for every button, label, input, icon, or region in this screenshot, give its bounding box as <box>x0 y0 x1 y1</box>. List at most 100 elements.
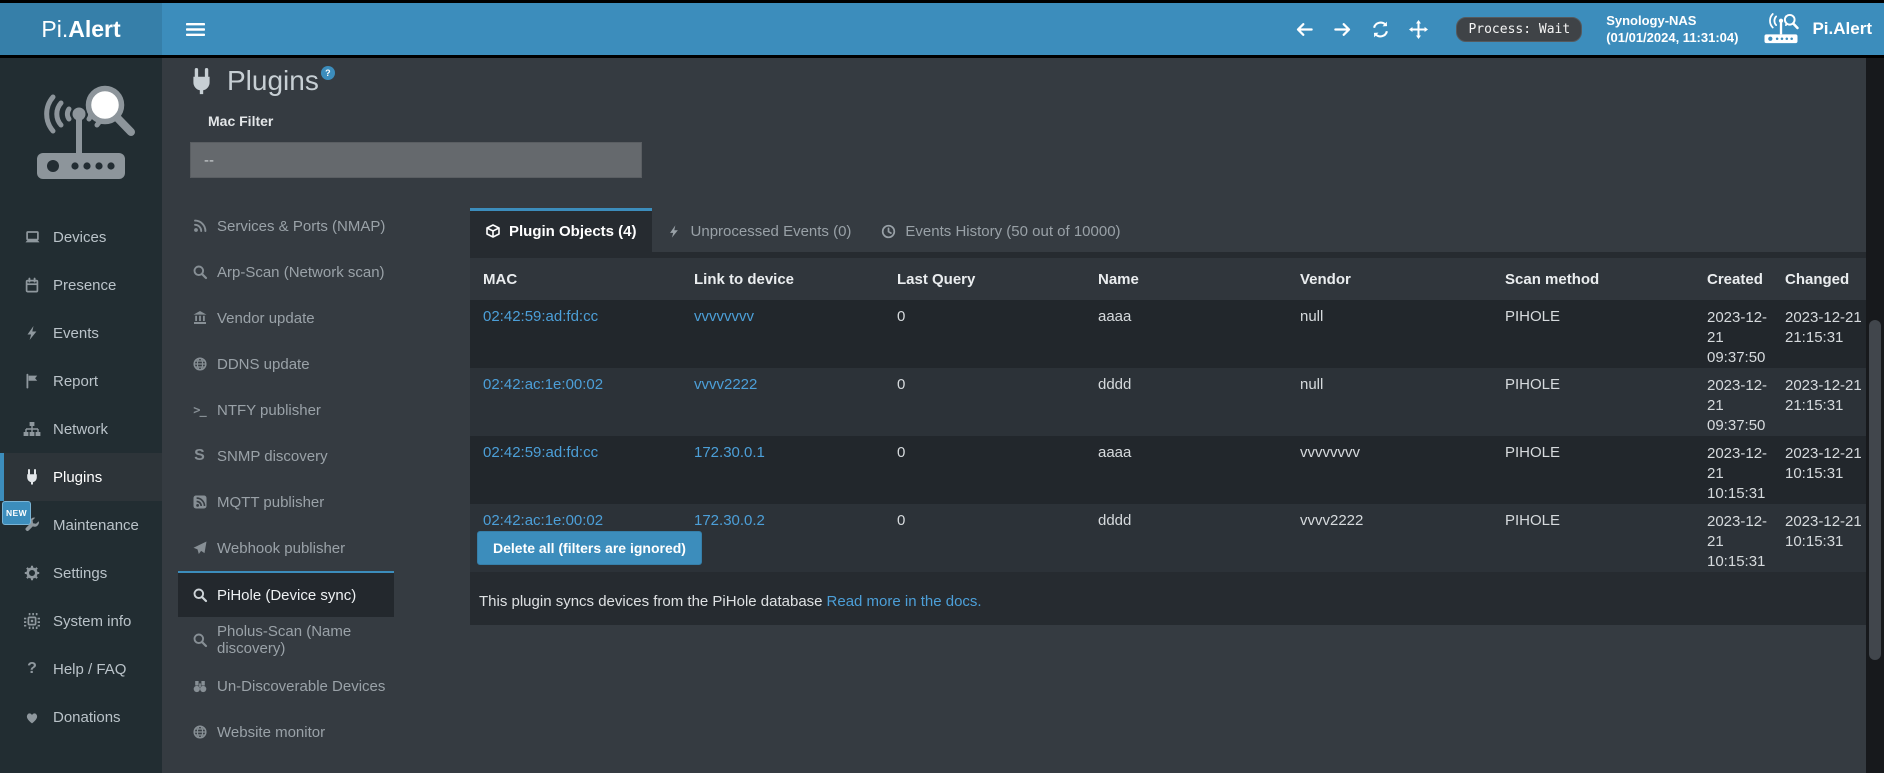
column-header-vendor: Vendor <box>1287 258 1492 300</box>
brand-logo[interactable]: Pi.Alert <box>0 3 162 55</box>
mac-link[interactable]: 02:42:59:ad:fd:cc <box>483 308 598 325</box>
sidebar-item-settings[interactable]: Settings <box>0 549 162 597</box>
cell-scan-method: PIHOLE <box>1492 504 1694 572</box>
globe-icon <box>191 724 208 740</box>
column-header-name: Name <box>1085 258 1287 300</box>
sidebar-item-report[interactable]: Report <box>0 357 162 405</box>
mac-link[interactable]: 02:42:59:ad:fd:cc <box>483 444 598 461</box>
terminal-icon: >_ <box>191 402 208 418</box>
tab-label: Plugin Objects (4) <box>509 223 637 240</box>
plugin-menu-item-nmap[interactable]: Services & Ports (NMAP) <box>178 203 394 249</box>
bolt-icon <box>667 224 683 240</box>
cell-scan-method: PIHOLE <box>1492 368 1694 436</box>
bank-icon <box>191 310 208 326</box>
sidebar-item-devices[interactable]: Devices <box>0 213 162 261</box>
sidebar-item-label: Devices <box>53 229 106 246</box>
device-link[interactable]: 172.30.0.1 <box>694 444 765 461</box>
cell-name: aaaa <box>1085 436 1287 504</box>
plugin-menu-item-snmp[interactable]: S SNMP discovery <box>178 433 394 479</box>
sidebar-item-help-faq[interactable]: ? Help / FAQ <box>0 645 162 693</box>
cell-name: aaaa <box>1085 300 1287 368</box>
sidebar-item-donations[interactable]: Donations <box>0 693 162 741</box>
router-logo-icon <box>1760 13 1802 46</box>
plugin-menu-item-ddns[interactable]: DDNS update <box>178 341 394 387</box>
top-navbar: Pi.Alert <box>0 3 1884 55</box>
flag-icon <box>22 372 42 390</box>
plugin-menu-item-vendor-update[interactable]: Vendor update <box>178 295 394 341</box>
tab-events-history[interactable]: Events History (50 out of 10000) <box>866 208 1135 252</box>
sidebar-item-system-info[interactable]: System info <box>0 597 162 645</box>
cell-link-to-device: vvvvvvvv <box>681 300 884 368</box>
forward-arrow-icon[interactable] <box>1333 20 1352 39</box>
new-feature-badge: NEW <box>2 501 31 525</box>
cell-vendor: vvvv2222 <box>1287 504 1492 572</box>
process-status-badge: Process: Wait <box>1456 17 1582 42</box>
plugin-menu-item-website-monitor[interactable]: Website monitor <box>178 709 394 755</box>
cell-created: 2023-12-21 10:15:31 <box>1694 504 1772 572</box>
plugin-menu-item-webhook[interactable]: Webhook publisher <box>178 525 394 571</box>
column-header-scan-method: Scan method <box>1492 258 1694 300</box>
tab-unprocessed-events[interactable]: Unprocessed Events (0) <box>652 208 867 252</box>
mac-link[interactable]: 02:42:ac:1e:00:02 <box>483 512 603 529</box>
plugin-menu-label: Arp-Scan (Network scan) <box>217 264 385 281</box>
tab-plugin-objects[interactable]: Plugin Objects (4) <box>470 208 652 252</box>
sidebar-item-label: System info <box>53 613 131 630</box>
refresh-icon[interactable] <box>1371 20 1390 39</box>
plugin-menu-item-pihole[interactable]: PiHole (Device sync) <box>178 571 394 617</box>
cell-last-query: 0 <box>884 300 1085 368</box>
sidebar-item-label: Maintenance <box>53 517 139 534</box>
gear-icon <box>22 564 42 582</box>
scrollbar-thumb[interactable] <box>1869 320 1881 660</box>
plugin-menu-label: MQTT publisher <box>217 494 324 511</box>
page-title: Plugins <box>227 64 319 98</box>
mac-filter-input[interactable] <box>190 142 642 178</box>
docs-link[interactable]: Read more in the docs. <box>827 593 982 610</box>
plugin-menu-item-arp-scan[interactable]: Arp-Scan (Network scan) <box>178 249 394 295</box>
sidebar-item-label: Plugins <box>53 469 102 486</box>
sidebar-item-presence[interactable]: Presence <box>0 261 162 309</box>
sidebar-item-label: Report <box>53 373 98 390</box>
cell-changed: 2023-12-21 10:15:31 <box>1772 436 1866 504</box>
plugin-menu: Services & Ports (NMAP) Arp-Scan (Networ… <box>178 203 394 755</box>
device-link[interactable]: vvvvvvvv <box>694 308 754 325</box>
plugin-menu-item-pholus[interactable]: Pholus-Scan (Name discovery) <box>178 617 394 663</box>
tab-label: Unprocessed Events (0) <box>691 223 852 240</box>
plugin-menu-label: Website monitor <box>217 724 325 741</box>
plugin-menu-item-mqtt[interactable]: MQTT publisher <box>178 479 394 525</box>
plugin-menu-label: PiHole (Device sync) <box>217 587 356 604</box>
mac-filter-label: Mac Filter <box>208 113 273 129</box>
plugin-menu-label: DDNS update <box>217 356 310 373</box>
cell-vendor: null <box>1287 300 1492 368</box>
back-arrow-icon[interactable] <box>1295 20 1314 39</box>
hamburger-menu-icon[interactable] <box>186 22 205 37</box>
sidebar-item-events[interactable]: Events <box>0 309 162 357</box>
plug-icon <box>22 468 42 486</box>
sidebar-item-label: Events <box>53 325 99 342</box>
device-link[interactable]: vvvv2222 <box>694 376 757 393</box>
sidebar-item-label: Donations <box>53 709 121 726</box>
globe-icon <box>191 356 208 372</box>
sidebar-item-network[interactable]: Network <box>0 405 162 453</box>
sidebar-menu: Devices Presence Events Report <box>0 213 162 741</box>
delete-all-button[interactable]: Delete all (filters are ignored) <box>477 531 702 565</box>
cell-scan-method: PIHOLE <box>1492 436 1694 504</box>
help-badge-icon[interactable]: ? <box>321 66 335 80</box>
plugin-menu-item-undiscoverable[interactable]: Un-Discoverable Devices <box>178 663 394 709</box>
move-icon[interactable] <box>1409 20 1428 39</box>
mac-link[interactable]: 02:42:ac:1e:00:02 <box>483 376 603 393</box>
cell-mac: 02:42:59:ad:fd:cc <box>470 300 681 368</box>
plugin-menu-item-ntfy[interactable]: >_ NTFY publisher <box>178 387 394 433</box>
sidebar-item-plugins[interactable]: Plugins <box>0 453 162 501</box>
cell-link-to-device: 172.30.0.1 <box>681 436 884 504</box>
cell-changed: 2023-12-21 21:15:31 <box>1772 368 1866 436</box>
host-name: Synology-NAS <box>1606 12 1738 29</box>
column-header-last-query: Last Query <box>884 258 1085 300</box>
device-link[interactable]: 172.30.0.2 <box>694 512 765 529</box>
content-area: Plugins ? Mac Filter Services & Ports (N… <box>162 58 1884 773</box>
plugin-menu-label: SNMP discovery <box>217 448 328 465</box>
heart-icon <box>22 708 42 726</box>
cell-mac: 02:42:59:ad:fd:cc <box>470 436 681 504</box>
plugin-menu-label: Pholus-Scan (Name discovery) <box>217 623 394 657</box>
table-header-row: MAC Link to device Last Query Name Vendo… <box>470 258 1866 300</box>
scrollbar-track[interactable] <box>1866 58 1884 773</box>
